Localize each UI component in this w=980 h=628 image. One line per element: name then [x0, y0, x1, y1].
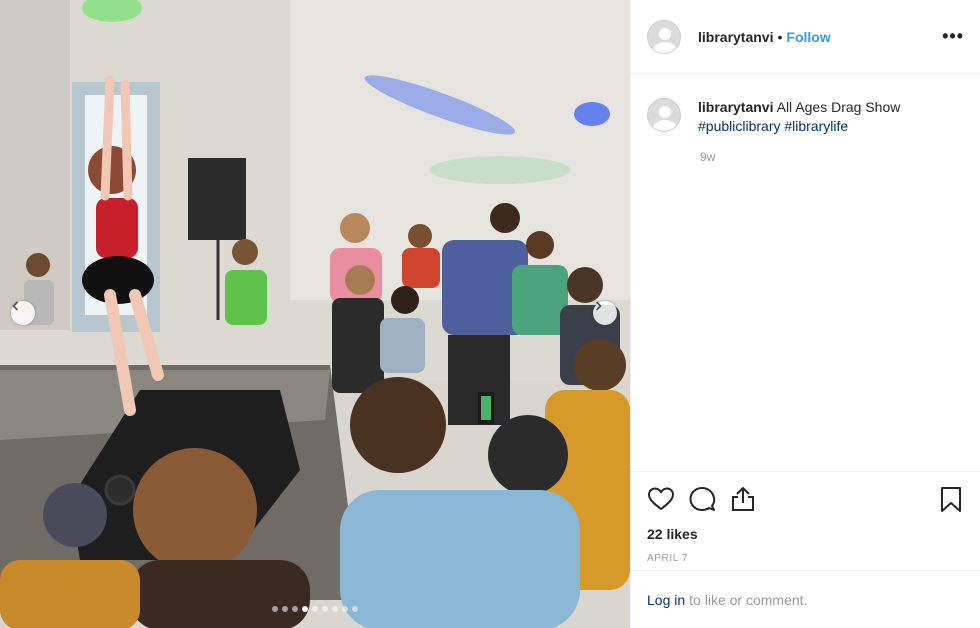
follow-button[interactable]: Follow	[786, 29, 830, 45]
like-count[interactable]: 22 likes	[647, 526, 965, 542]
slide-indicator	[0, 606, 630, 612]
login-prompt-text: to like or comment.	[689, 591, 808, 608]
slide-dot	[272, 606, 278, 612]
slide-dot	[282, 606, 288, 612]
username-link[interactable]: librarytanvi	[698, 29, 773, 45]
chevron-right-icon	[595, 301, 602, 311]
post-sidebar: librarytanvi • Follow ••• librarytanvi A…	[630, 0, 980, 628]
next-slide-button[interactable]	[593, 301, 617, 325]
login-link[interactable]: Log in	[647, 592, 685, 608]
slide-dot	[302, 606, 308, 612]
post-photo[interactable]	[0, 0, 630, 628]
avatar[interactable]	[647, 19, 681, 54]
post-date[interactable]: APRIL 7	[647, 553, 965, 564]
bookmark-icon[interactable]	[937, 485, 965, 513]
post-header: librarytanvi • Follow •••	[631, 0, 980, 74]
previous-slide-button[interactable]	[11, 301, 35, 325]
caption-body: All Ages Drag Show	[776, 99, 901, 115]
slide-dot	[312, 606, 318, 612]
caption-username[interactable]: librarytanvi	[698, 99, 773, 115]
slide-dot	[332, 606, 338, 612]
slide-dot	[342, 606, 348, 612]
separator-dot: •	[777, 28, 783, 45]
action-bar: 22 likes APRIL 7	[631, 471, 980, 564]
caption-text: librarytanvi All Ages Drag Show #publicl…	[698, 98, 938, 136]
comment-icon[interactable]	[688, 485, 716, 513]
caption-avatar[interactable]	[647, 98, 681, 132]
slide-dot	[322, 606, 328, 612]
more-options-icon[interactable]: •••	[942, 26, 964, 47]
slide-dot	[292, 606, 298, 612]
caption: librarytanvi All Ages Drag Show #publicl…	[631, 74, 980, 136]
share-icon[interactable]	[729, 485, 757, 513]
chevron-left-icon	[12, 301, 19, 311]
caption-time-ago[interactable]: 9w	[700, 150, 980, 164]
hashtag-link[interactable]: #publiclibrary	[698, 118, 780, 134]
heart-icon[interactable]	[647, 485, 675, 513]
slide-dot	[352, 606, 358, 612]
hashtag-link[interactable]: #librarylife	[784, 118, 848, 134]
login-prompt: Log in to like or comment.	[631, 570, 980, 628]
photo-illustration	[0, 0, 630, 628]
